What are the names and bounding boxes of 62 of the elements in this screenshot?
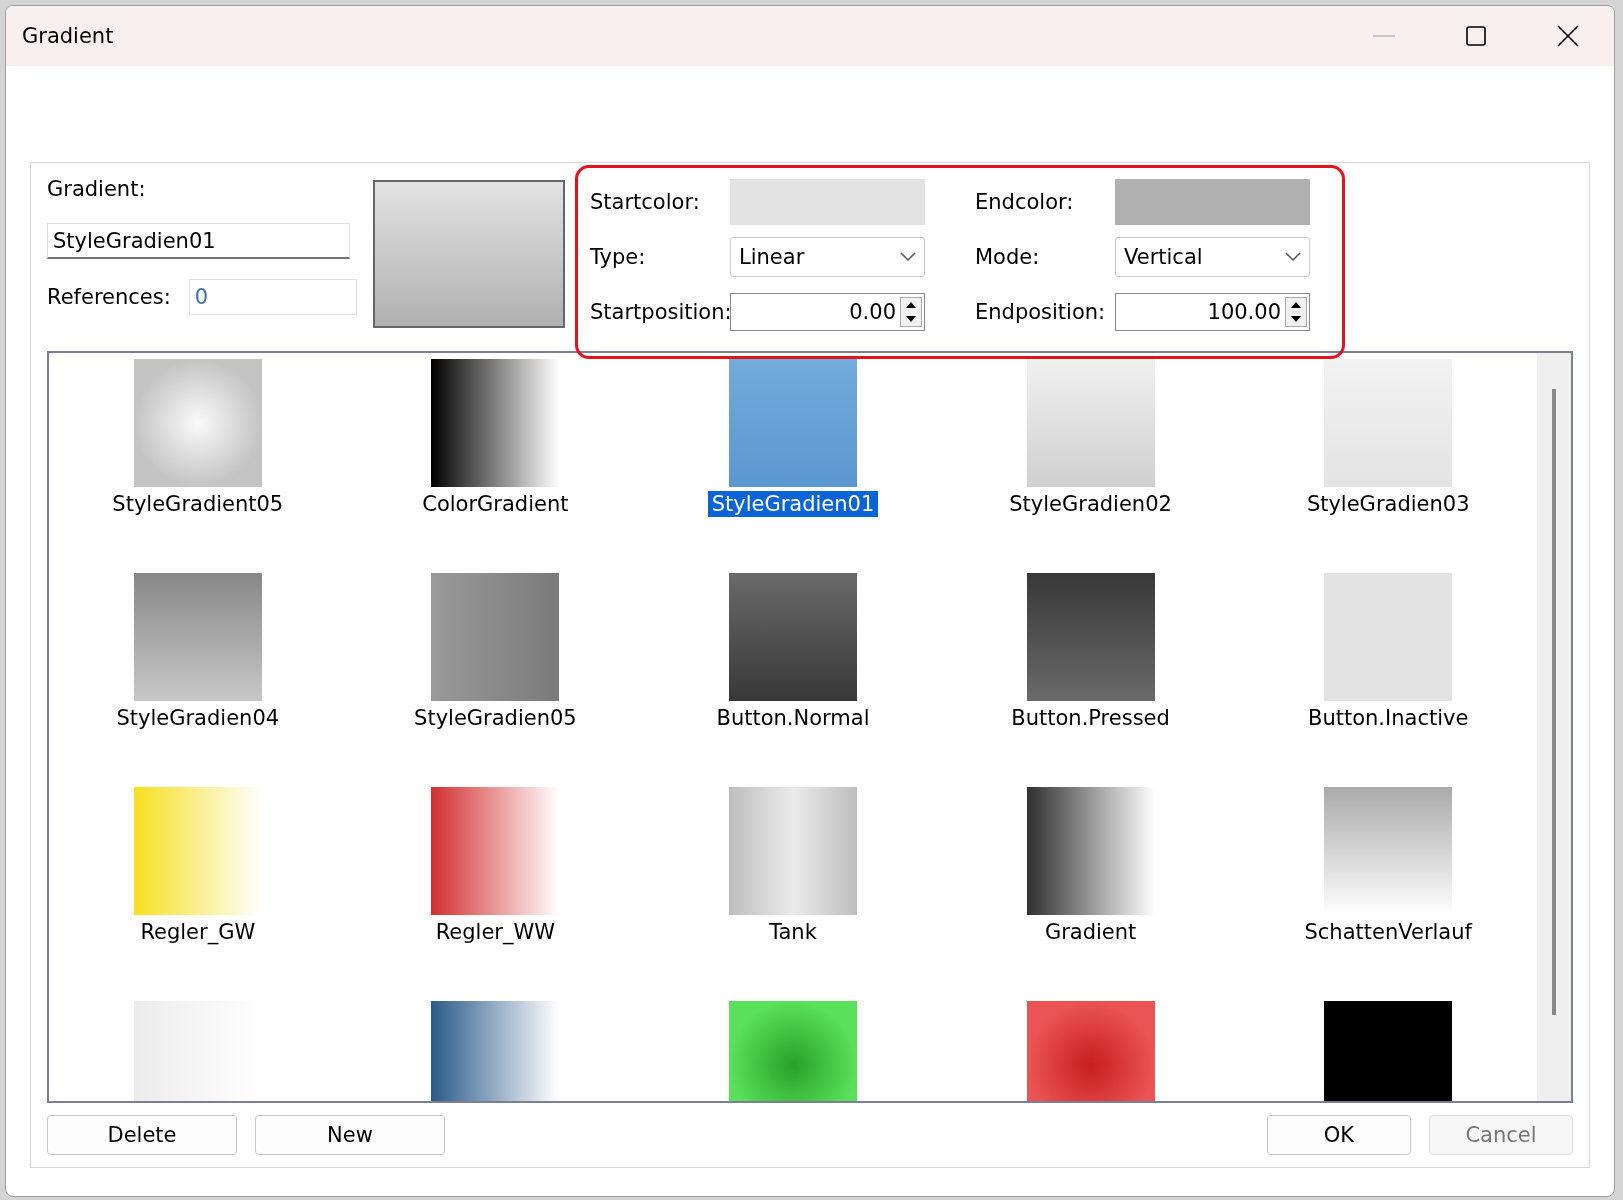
gradient-name[interactable]: Button.Pressed <box>1007 705 1174 731</box>
gradient-swatch[interactable] <box>133 787 262 915</box>
gradient-swatch[interactable] <box>133 359 262 487</box>
gradient-name[interactable]: StyleGradien02 <box>1005 491 1176 517</box>
gradient-name[interactable]: Tank <box>765 919 821 945</box>
type-dropdown[interactable]: Linear <box>730 237 925 277</box>
gradient-swatch[interactable] <box>1324 359 1453 487</box>
gradient-swatch[interactable] <box>729 787 857 915</box>
field-label: Startposition: <box>590 300 730 324</box>
gradient-name[interactable]: StyleGradien01 <box>707 491 879 517</box>
gradient-name[interactable]: SchattenVerlauf <box>1300 919 1476 945</box>
minimize-icon[interactable] <box>1373 35 1395 37</box>
field-label: Startcolor: <box>590 190 701 214</box>
gradient-name[interactable]: StyleGradient05 <box>108 491 288 517</box>
gradient-swatch[interactable] <box>729 1001 857 1101</box>
gradient-name[interactable]: Regler_WW <box>431 919 560 945</box>
gradient-swatch[interactable] <box>729 359 857 487</box>
gradient-swatch[interactable] <box>1026 1001 1155 1101</box>
gradient-swatch[interactable] <box>133 573 262 701</box>
gradient-name[interactable]: StyleGradien04 <box>112 705 284 731</box>
gradient-name[interactable]: StyleGradien05 <box>410 705 581 731</box>
references-field[interactable]: 0 <box>188 279 357 315</box>
mode-dropdown[interactable]: Vertical <box>1115 237 1310 277</box>
window-title: Gradient <box>22 24 115 48</box>
scrollbar-thumb[interactable] <box>1552 389 1556 1015</box>
gradient-swatch[interactable] <box>431 359 560 487</box>
field-label: Gradient: <box>47 177 147 201</box>
dialog-button[interactable]: Delete <box>47 1115 237 1155</box>
field-label: Mode: <box>975 245 1041 269</box>
dialog-button[interactable]: New <box>255 1115 445 1155</box>
gradient-swatch[interactable] <box>729 573 857 701</box>
chevron-down-icon <box>1285 252 1301 262</box>
field-label: References: <box>47 285 171 309</box>
gradient-swatch[interactable] <box>1026 359 1155 487</box>
gradient-name[interactable]: ColorGradient <box>418 491 573 517</box>
field-label: Endcolor: <box>975 190 1075 214</box>
dialog-button[interactable]: OK <box>1267 1115 1411 1155</box>
gradient-swatch[interactable] <box>431 1001 560 1101</box>
gradient-swatch[interactable] <box>1026 573 1155 701</box>
name-field[interactable]: StyleGradien01 <box>47 223 350 259</box>
maximize-icon[interactable] <box>1466 26 1486 46</box>
gradient-swatch[interactable] <box>431 787 560 915</box>
spin-arrows-icon[interactable] <box>1285 297 1307 327</box>
number-field[interactable]: 0.00 <box>730 293 925 331</box>
color-swatch[interactable] <box>1115 179 1310 225</box>
gradient-name[interactable]: Gradient <box>1040 919 1141 945</box>
gradient-swatch[interactable] <box>1026 787 1155 915</box>
number-field[interactable]: 100.00 <box>1115 293 1310 331</box>
gradient-swatch[interactable] <box>1324 1001 1453 1101</box>
gradient-name[interactable]: StyleGradien03 <box>1302 491 1474 517</box>
chevron-down-icon <box>900 252 916 262</box>
field-label: Type: <box>590 245 647 269</box>
gradient-name[interactable]: Button.Inactive <box>1304 705 1473 731</box>
field-label: Endposition: <box>975 300 1107 324</box>
scrollbar[interactable] <box>1537 353 1571 1101</box>
gradient-swatch[interactable] <box>1324 573 1453 701</box>
gradient-name[interactable]: Regler_GW <box>136 919 260 945</box>
gradient-name[interactable]: Button.Normal <box>712 705 874 731</box>
gradient-swatch[interactable] <box>431 573 560 701</box>
close-icon[interactable] <box>1557 25 1579 47</box>
color-swatch[interactable] <box>730 179 925 225</box>
spin-arrows-icon[interactable] <box>900 297 922 327</box>
